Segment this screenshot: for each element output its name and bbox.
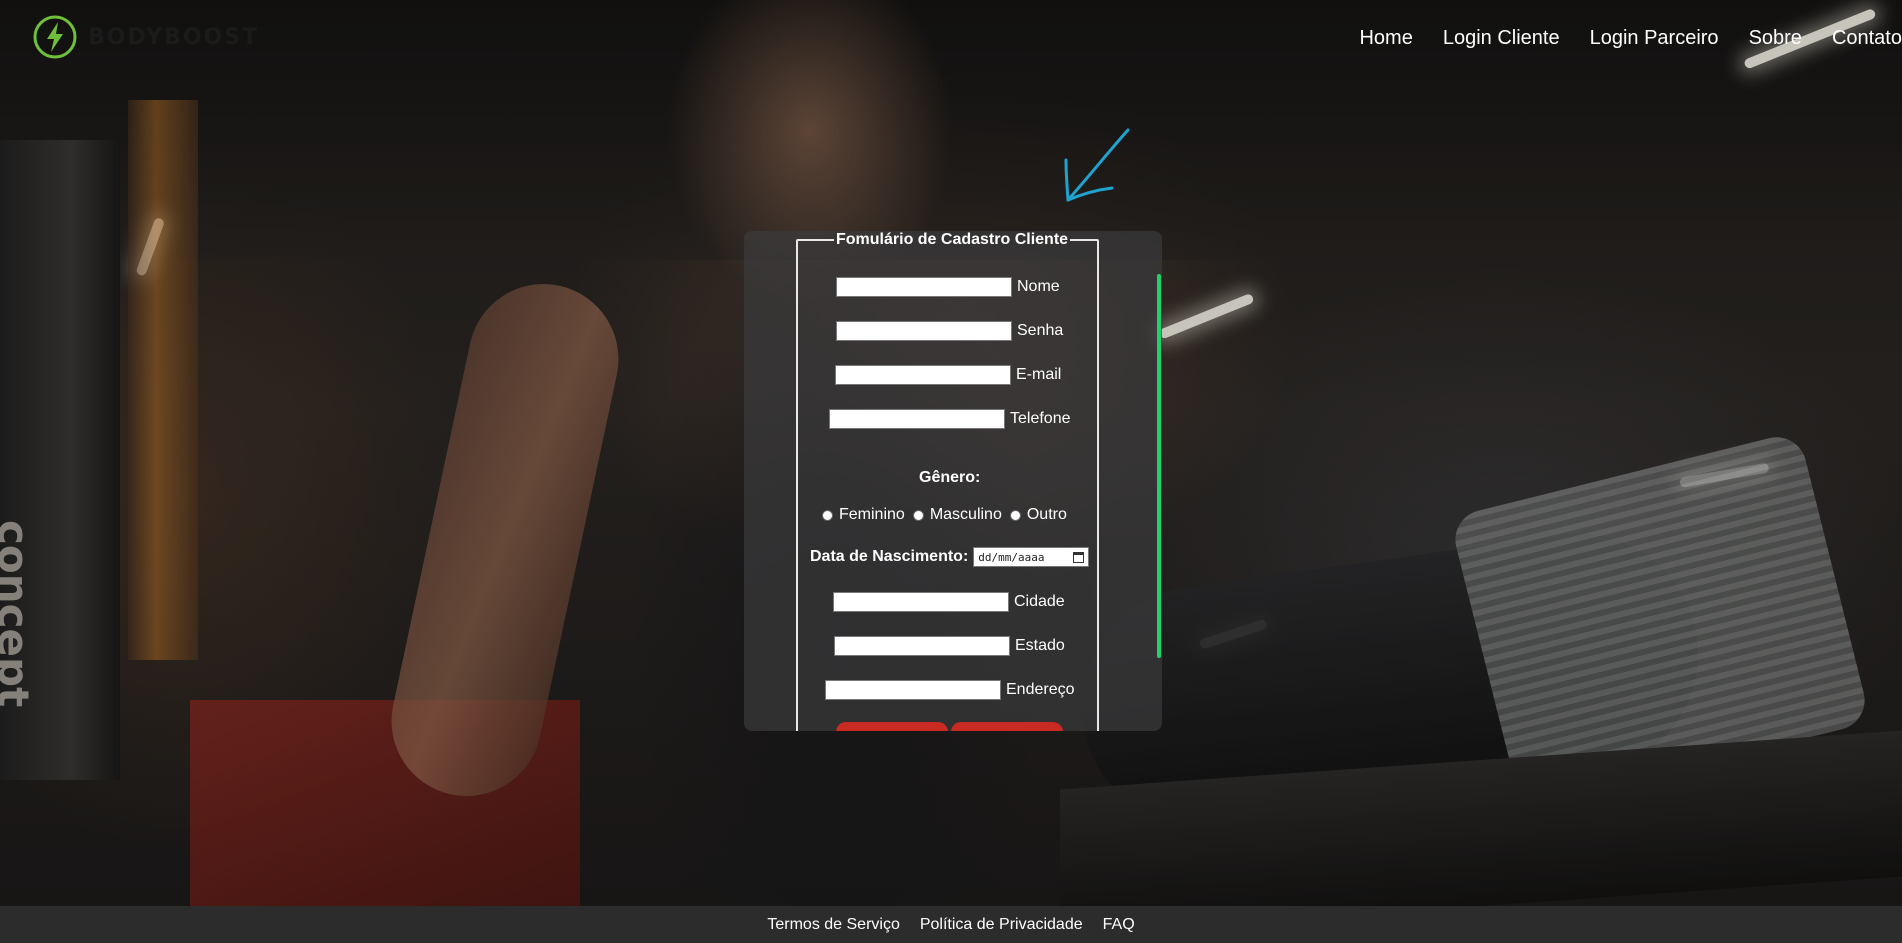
email-input[interactable] [835,365,1011,385]
estado-input[interactable] [834,636,1010,656]
footer-link-faq[interactable]: FAQ [1103,916,1135,934]
telefone-label: Telefone [1010,410,1071,427]
nav-login-parceiro[interactable]: Login Parceiro [1575,26,1734,50]
endereco-input[interactable] [825,680,1001,700]
estado-row: Estado [834,636,1065,656]
nome-input[interactable] [836,277,1012,297]
radio-circle[interactable] [912,509,924,521]
nascimento-date-input[interactable]: dd/mm/aaaa [973,547,1090,567]
endereco-row: Endereço [825,680,1075,700]
lightning-bolt-icon [33,15,77,59]
calendar-icon[interactable] [1073,551,1085,563]
nav-sobre[interactable]: Sobre [1734,26,1817,50]
site-footer: Termos de Serviço Política de Privacidad… [0,906,1902,943]
footer-link-privacidade[interactable]: Política de Privacidade [920,916,1083,934]
nav-login-cliente[interactable]: Login Cliente [1428,26,1575,50]
cidade-label: Cidade [1014,593,1065,610]
main-nav: Home Login Cliente Login Parceiro Sobre … [1344,26,1902,50]
brand-name: BODYBOOST [88,24,260,50]
nome-label: Nome [1017,278,1060,295]
nascimento-row: Data de Nascimento: dd/mm/aaaa [810,547,1090,567]
brand-logo[interactable]: BODYBOOST [32,14,259,60]
radio-circle[interactable] [822,509,833,521]
form-title: Fomulário de Cadastro Cliente [836,231,1069,248]
senha-row: Senha [836,321,1063,341]
senha-label: Senha [1017,322,1064,339]
nascimento-label: Data de Nascimento: [810,548,969,565]
genero-radio-group: Feminino Masculino Outro [822,506,1075,524]
endereco-label: Endereço [1006,681,1075,698]
genero-heading: Gênero: [919,469,981,486]
nav-home[interactable]: Home [1344,26,1427,50]
nav-contato[interactable]: Contato [1817,26,1902,50]
email-row: E-mail [835,365,1061,385]
radio-feminino-label: Feminino [839,506,905,523]
clear-button[interactable] [951,722,1063,731]
signup-form-panel[interactable]: Fomulário de Cadastro Cliente Nome Senha… [744,231,1162,731]
cidade-row: Cidade [833,592,1065,612]
date-placeholder: dd/mm/aaaa [978,550,1045,564]
radio-outro[interactable]: Outro [1009,506,1067,524]
email-label: E-mail [1016,366,1062,383]
radio-masculino-label: Masculino [929,506,1002,523]
telefone-row: Telefone [829,409,1071,429]
senha-input[interactable] [836,321,1012,341]
hand-drawn-arrow-icon [1064,128,1130,202]
radio-outro-label: Outro [1026,506,1067,523]
radio-masculino[interactable]: Masculino [912,506,1002,524]
submit-button[interactable] [836,722,948,731]
nome-row: Nome [836,277,1060,297]
cidade-input[interactable] [833,592,1009,612]
telefone-input[interactable] [829,409,1005,429]
form-scrollbar[interactable] [1157,274,1161,658]
estado-label: Estado [1015,637,1065,654]
radio-feminino[interactable]: Feminino [822,506,905,524]
footer-link-termos[interactable]: Termos de Serviço [767,916,900,934]
radio-circle[interactable] [1009,509,1021,521]
